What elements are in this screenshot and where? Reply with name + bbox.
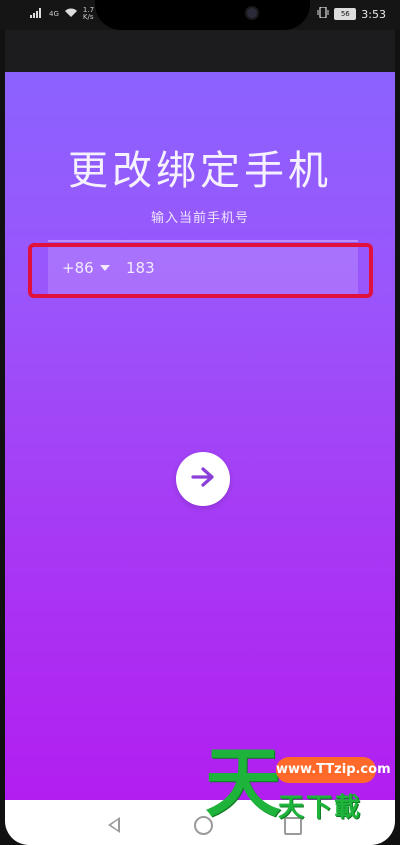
status-bar: 4G 1.7 K/s L 56 3:53 bbox=[0, 0, 400, 30]
signal-label: 4G bbox=[49, 9, 59, 18]
vibrate-icon bbox=[317, 6, 329, 21]
next-button[interactable] bbox=[176, 452, 230, 506]
front-camera bbox=[247, 8, 257, 18]
page-title: 更改绑定手机 bbox=[68, 148, 332, 194]
back-icon[interactable] bbox=[108, 817, 120, 833]
page-subtitle: 输入当前手机号 bbox=[150, 211, 249, 226]
status-right: 56 3:53 bbox=[317, 6, 386, 21]
signal-icon bbox=[30, 7, 44, 21]
battery-level: 56 bbox=[340, 10, 350, 18]
battery-icon: 56 bbox=[334, 8, 357, 20]
phone-frame: 4G 1.7 K/s L 56 3:53 更改绑定手机 输入当前手机号 +86 … bbox=[0, 0, 400, 845]
clock: 3:53 bbox=[361, 7, 386, 21]
highlight-annotation-box bbox=[28, 243, 373, 298]
camera-notch bbox=[95, 0, 310, 30]
field-top-divider bbox=[48, 240, 358, 242]
arrow-right-icon bbox=[190, 466, 216, 492]
watermark-text: 天下載 bbox=[278, 793, 363, 823]
watermark-url: www.TTzip.com bbox=[276, 757, 391, 783]
watermark-logo: 天 bbox=[205, 738, 281, 827]
wifi-icon bbox=[64, 7, 78, 21]
app-top-bar bbox=[5, 30, 395, 72]
